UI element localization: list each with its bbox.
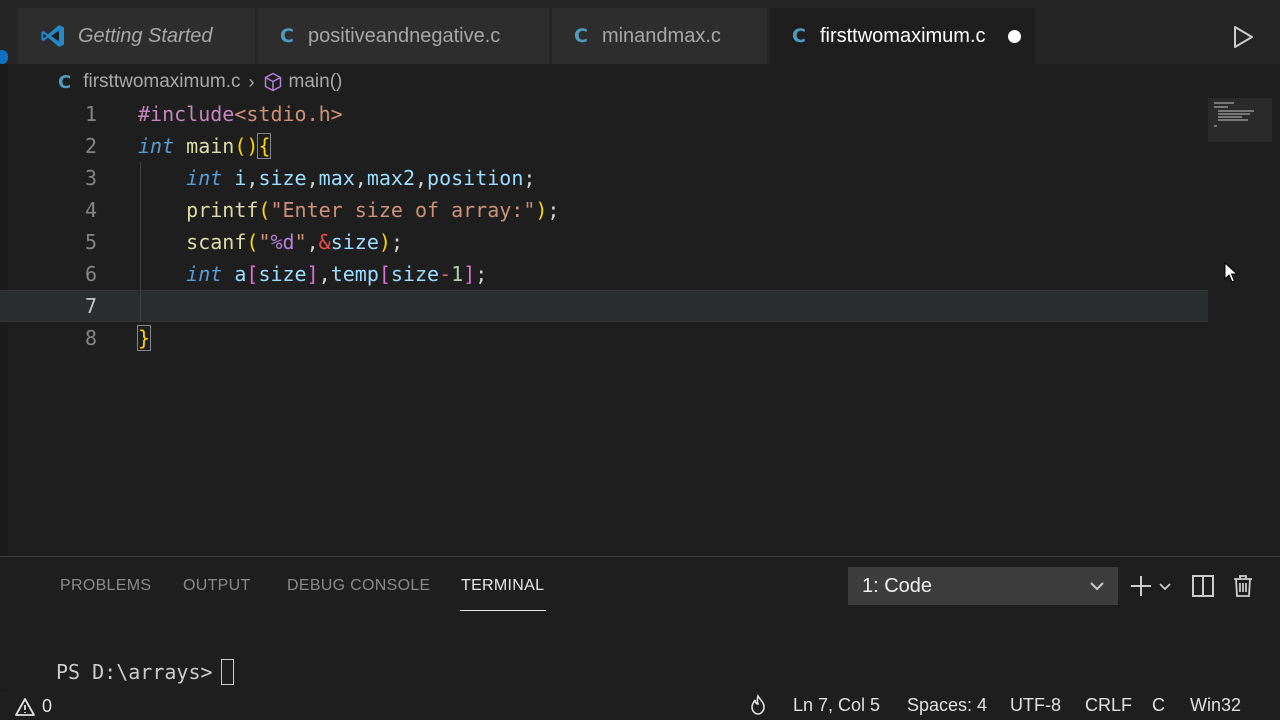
breadcrumb: C firsttwomaximum.c › main() xyxy=(58,68,342,96)
cube-icon xyxy=(264,72,281,92)
code-text: } xyxy=(136,325,152,351)
active-tab-underline xyxy=(460,610,546,611)
chevron-down-icon xyxy=(1090,582,1104,591)
code-line[interactable]: 4 printf("Enter size of array:"); xyxy=(0,194,1208,226)
platform[interactable]: Win32 xyxy=(1190,695,1241,716)
editor-tab-bar: Getting Started C positiveandnegative.c … xyxy=(0,0,1280,64)
problems-count: 0 xyxy=(42,696,53,716)
new-terminal-plus-icon[interactable] xyxy=(1128,573,1154,599)
tab-minandmax[interactable]: C minandmax.c xyxy=(552,8,768,64)
code-line[interactable]: 3 int i,size,max,max2,position; xyxy=(0,162,1208,194)
line-number: 1 xyxy=(84,102,97,126)
run-icon[interactable] xyxy=(1230,24,1256,50)
tab-label: firsttwomaximum.c xyxy=(819,24,986,47)
mouse-pointer-icon xyxy=(1224,262,1239,283)
c-file-icon: C xyxy=(280,25,294,47)
status-bar: 0 Ln 7, Col 5 Spaces: 4 UTF-8 CRLF C Win… xyxy=(0,692,1280,720)
vscode-logo-icon xyxy=(41,25,64,47)
language-mode[interactable]: C xyxy=(1152,695,1165,716)
code-text: #include<stdio.h> xyxy=(138,102,343,126)
code-text: int main(){ xyxy=(138,133,272,159)
code-text: printf("Enter size of array:"); xyxy=(186,198,560,222)
warning-icon xyxy=(15,697,35,716)
code-editor[interactable]: 1 #include<stdio.h> 2 int main(){ 3 int … xyxy=(0,98,1210,538)
tab-output[interactable]: OUTPUT xyxy=(183,577,251,595)
code-line[interactable]: 6 int a[size],temp[size-1]; xyxy=(0,258,1208,290)
code-text: int i,size,max,max2,position; xyxy=(186,166,536,190)
terminal-select-value: 1: Code xyxy=(862,574,933,597)
bottom-panel: PROBLEMS OUTPUT DEBUG CONSOLE TERMINAL 1… xyxy=(0,556,1280,689)
cursor-position[interactable]: Ln 7, Col 5 xyxy=(793,695,880,716)
line-number: 8 xyxy=(84,326,97,350)
c-file-icon: C xyxy=(792,25,806,47)
line-number: 4 xyxy=(84,198,97,222)
end-of-line[interactable]: CRLF xyxy=(1085,695,1132,716)
terminal-select[interactable]: 1: Code xyxy=(848,567,1118,605)
line-number: 6 xyxy=(84,262,97,286)
indentation[interactable]: Spaces: 4 xyxy=(907,695,987,716)
minimap[interactable] xyxy=(1208,98,1272,142)
vertical-scrollbar[interactable] xyxy=(1272,64,1280,554)
code-text: int a[size],temp[size-1]; xyxy=(186,262,488,286)
unsaved-dot-icon[interactable] xyxy=(1007,29,1021,43)
tab-positiveandnegative[interactable]: C positiveandnegative.c xyxy=(258,8,550,64)
code-line-current[interactable]: 7 xyxy=(0,290,1208,322)
line-number: 3 xyxy=(84,166,97,190)
breadcrumb-file[interactable]: firsttwomaximum.c xyxy=(83,71,240,93)
code-line[interactable]: 5 scanf("%d",&size); xyxy=(0,226,1208,258)
code-line[interactable]: 8 } xyxy=(0,322,1208,354)
code-line[interactable]: 1 #include<stdio.h> xyxy=(0,98,1208,130)
code-line[interactable]: 2 int main(){ xyxy=(0,130,1208,162)
breadcrumb-symbol[interactable]: main() xyxy=(289,71,343,93)
terminal-cursor xyxy=(220,659,234,685)
tab-label: Getting Started xyxy=(78,24,213,47)
problems-indicator[interactable]: 0 xyxy=(14,696,52,717)
tab-problems[interactable]: PROBLEMS xyxy=(60,577,151,595)
tab-debug-console[interactable]: DEBUG CONSOLE xyxy=(287,577,431,595)
tab-firsttwomaximum[interactable]: C firsttwomaximum.c xyxy=(770,8,1036,64)
terminal-prompt-line[interactable]: PS D:\arrays> xyxy=(56,659,234,685)
tab-terminal[interactable]: TERMINAL xyxy=(461,577,544,595)
trash-icon[interactable] xyxy=(1230,573,1256,599)
chevron-down-icon[interactable] xyxy=(1156,573,1174,599)
line-number: 5 xyxy=(84,230,97,254)
terminal-prompt: PS D:\arrays> xyxy=(56,660,213,684)
tab-label: minandmax.c xyxy=(601,24,721,47)
encoding[interactable]: UTF-8 xyxy=(1010,695,1061,716)
line-number: 7 xyxy=(84,294,97,318)
code-text: scanf("%d",&size); xyxy=(186,230,403,254)
chevron-right-icon: › xyxy=(248,71,255,92)
tab-label: positiveandnegative.c xyxy=(307,24,501,47)
flame-icon[interactable] xyxy=(748,694,768,716)
c-file-icon: C xyxy=(574,25,588,47)
c-file-icon: C xyxy=(58,71,72,93)
indent-guide xyxy=(140,162,141,322)
split-terminal-icon[interactable] xyxy=(1190,573,1216,599)
tab-getting-started[interactable]: Getting Started xyxy=(18,8,256,64)
line-number: 2 xyxy=(84,134,97,158)
